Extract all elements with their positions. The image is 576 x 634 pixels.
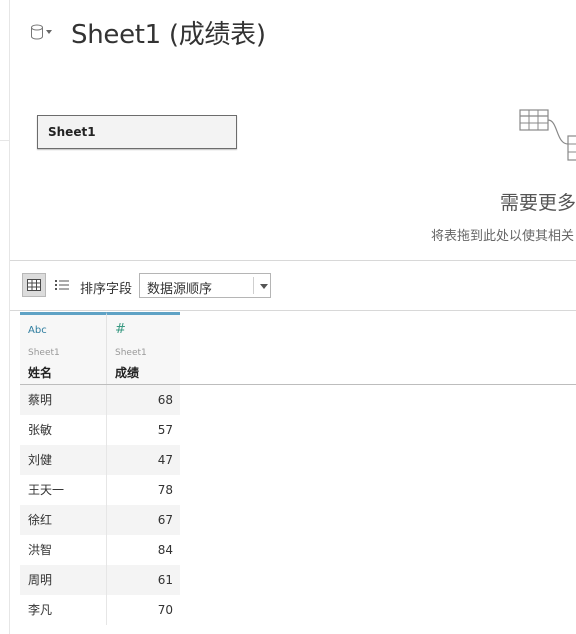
cell-name: 徐红: [20, 505, 107, 535]
datasource-menu-button[interactable]: [30, 20, 60, 44]
drag-tables-hint: 将表拖到此处以使其相关: [431, 229, 575, 244]
table-row: 李凡 70: [20, 595, 180, 625]
cell-score: 57: [157, 423, 173, 437]
list-view-button[interactable]: [50, 273, 74, 297]
joined-tables-icon: [519, 109, 576, 161]
column-source: Sheet1: [28, 348, 60, 358]
cell-name: 李凡: [20, 595, 107, 625]
canvas-divider[interactable]: [10, 260, 576, 261]
cell-name: 王天一: [20, 475, 107, 505]
table-pill-sheet1[interactable]: Sheet1: [37, 115, 237, 149]
chevron-down-icon: [46, 30, 52, 34]
table-row: 刘健 47: [20, 445, 180, 475]
cell-score: 67: [157, 513, 173, 527]
column-source: Sheet1: [115, 348, 147, 358]
table-row: 周明 61: [20, 565, 180, 595]
number-type-icon[interactable]: #: [115, 322, 126, 337]
cell-score: 70: [157, 603, 173, 617]
cell-score: 78: [157, 483, 173, 497]
chevron-down-icon: [260, 284, 268, 289]
sort-field-label: 排序字段: [80, 282, 133, 297]
column-header-name[interactable]: Abc Sheet1 姓名: [20, 312, 107, 384]
grid-view-button[interactable]: [22, 273, 46, 297]
list-view-icon: [55, 280, 69, 290]
page-title[interactable]: Sheet1 (成绩表): [71, 14, 266, 51]
string-type-icon[interactable]: Abc: [28, 325, 47, 336]
sort-order-select[interactable]: 数据源顺序: [139, 273, 271, 298]
data-grid: Abc Sheet1 姓名 # Sheet1 成绩 蔡明 68 张敏 57 刘健: [20, 312, 576, 625]
grid-view-icon: [27, 279, 41, 291]
table-row: 王天一 78: [20, 475, 180, 505]
table-row: 洪智 84: [20, 535, 180, 565]
cell-name: 张敏: [20, 415, 107, 445]
column-header-score[interactable]: # Sheet1 成绩: [107, 312, 180, 384]
cell-score: 84: [157, 543, 173, 557]
select-separator: [253, 277, 254, 294]
column-field-name: 成绩: [115, 366, 140, 380]
cell-score: 68: [157, 393, 173, 407]
cell-name: 蔡明: [20, 385, 107, 415]
cell-score: 61: [157, 573, 173, 587]
sort-order-value: 数据源顺序: [147, 282, 213, 297]
table-row: 蔡明 68: [20, 385, 180, 415]
column-field-name: 姓名: [28, 366, 53, 380]
database-cylinder-icon: [31, 24, 43, 40]
toolbar-divider: [10, 310, 576, 311]
table-row: 徐红 67: [20, 505, 180, 535]
need-more-data-heading: 需要更多数: [500, 192, 576, 214]
left-panel-divider: [0, 140, 9, 141]
left-panel-border: [9, 0, 10, 634]
table-rows: 蔡明 68 张敏 57 刘健 47 王天一 78 徐红 67 洪智 84 周明 …: [20, 385, 180, 625]
table-row: 张敏 57: [20, 415, 180, 445]
cell-name: 洪智: [20, 535, 107, 565]
cell-score: 47: [157, 453, 173, 467]
cell-name: 刘健: [20, 445, 107, 475]
column-headers: Abc Sheet1 姓名 # Sheet1 成绩: [20, 312, 576, 385]
cell-name: 周明: [20, 565, 107, 595]
data-source-page: Sheet1 (成绩表) Sheet1 需要更多数 将表拖到此处以使其相关: [0, 0, 576, 634]
